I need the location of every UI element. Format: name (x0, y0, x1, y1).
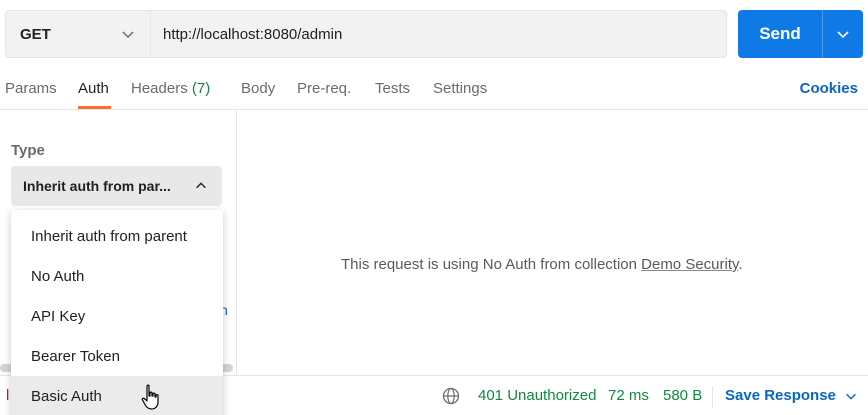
menu-item-bearer-token[interactable]: Bearer Token (11, 336, 223, 376)
headers-count-badge: (7) (191, 80, 211, 97)
response-size[interactable]: 580 B (663, 387, 702, 404)
globe-icon[interactable] (442, 387, 460, 405)
cookies-link[interactable]: Cookies (800, 80, 858, 97)
auth-type-selected-value: Inherit auth from par... (23, 178, 171, 194)
request-url-bar: GET (5, 10, 727, 58)
chevron-up-icon (196, 182, 206, 189)
send-options-button[interactable] (823, 10, 863, 58)
url-input[interactable] (151, 11, 726, 57)
tab-headers-label: Headers (131, 80, 188, 97)
status-code[interactable]: 401 Unauthorized (478, 387, 596, 404)
message-text: This request is using No Auth from colle… (341, 256, 642, 273)
menu-item-inherit-auth[interactable]: Inherit auth from parent (11, 216, 223, 256)
auth-type-label: Type (11, 142, 45, 159)
tab-settings[interactable]: Settings (433, 80, 487, 97)
send-button-group: Send (738, 10, 863, 58)
request-tabs: Params Auth Headers (7) Body Pre-req. Te… (0, 70, 868, 110)
method-selector[interactable]: GET (6, 11, 151, 57)
auth-type-dropdown-menu: Inherit auth from parent No Auth API Key… (11, 210, 223, 415)
active-tab-indicator (78, 106, 111, 109)
status-divider (712, 386, 713, 408)
tab-params[interactable]: Params (5, 80, 57, 97)
send-button[interactable]: Send (738, 10, 822, 58)
chevron-down-icon (837, 31, 849, 39)
hand-pointer-icon (141, 384, 159, 410)
tab-prereq[interactable]: Pre-req. (297, 80, 351, 97)
tab-auth[interactable]: Auth (78, 80, 109, 97)
menu-item-api-key[interactable]: API Key (11, 296, 223, 336)
save-response-button[interactable]: Save Response (725, 387, 858, 404)
method-label: GET (20, 25, 51, 43)
menu-item-basic-auth[interactable]: Basic Auth (11, 376, 223, 415)
truncated-left-text: l (6, 387, 10, 404)
tab-headers[interactable]: Headers (7) (131, 80, 210, 97)
tab-tests[interactable]: Tests (375, 80, 410, 97)
auth-type-select[interactable]: Inherit auth from par... (11, 166, 222, 206)
menu-item-no-auth[interactable]: No Auth (11, 256, 223, 296)
chevron-down-icon (122, 31, 134, 39)
tab-body[interactable]: Body (241, 80, 275, 97)
auth-inherit-message: This request is using No Auth from colle… (341, 256, 743, 273)
response-time[interactable]: 72 ms (608, 387, 649, 404)
collection-link[interactable]: Demo Security (641, 256, 738, 273)
chevron-down-icon (846, 393, 856, 400)
message-suffix: . (738, 256, 743, 273)
save-response-label: Save Response (725, 387, 836, 404)
